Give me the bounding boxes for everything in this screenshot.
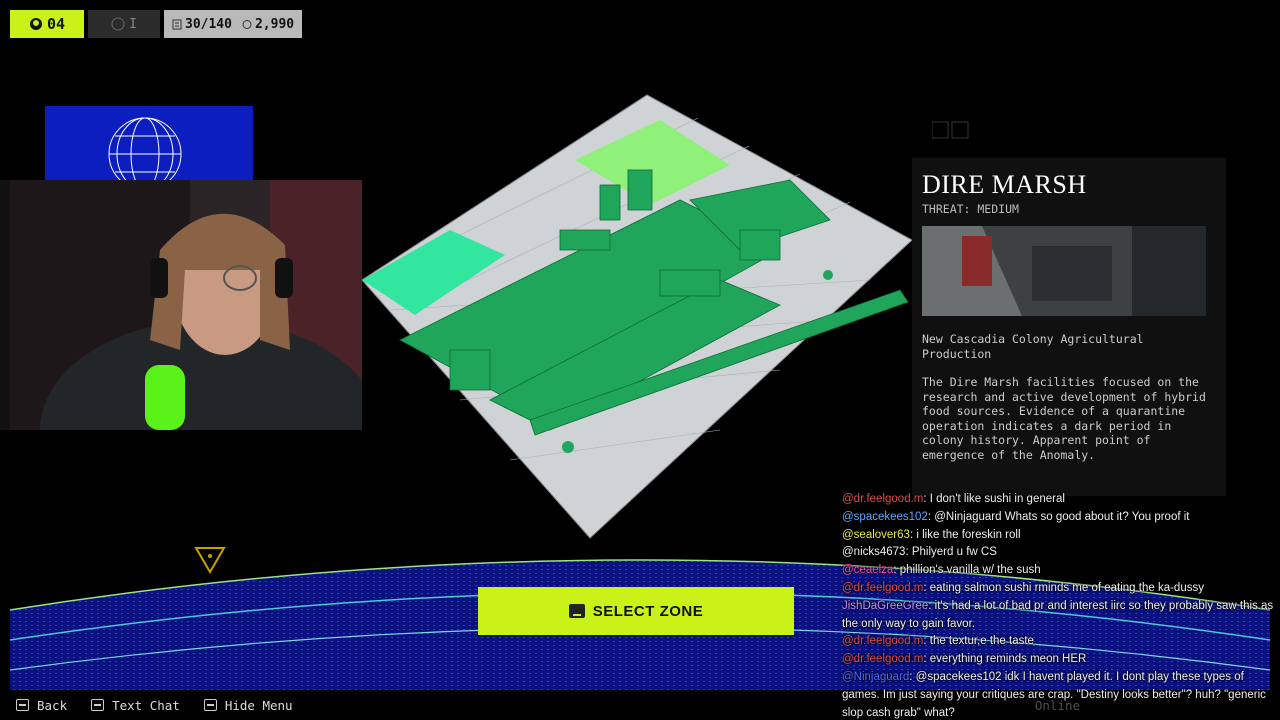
player-icon xyxy=(29,18,42,30)
zone-map[interactable] xyxy=(360,90,920,550)
credits-icon xyxy=(242,19,252,29)
chat-overlay: @dr.feelgood.m: I don't like sushi in ge… xyxy=(842,491,1280,720)
chat-message: @dr.feelgood.m: everything reminds meon … xyxy=(842,651,1280,669)
rank-icon xyxy=(111,17,125,31)
chat-text: : Philyerd u fw CS xyxy=(905,546,997,559)
chat-username[interactable]: @dr.feelgood.m xyxy=(842,653,923,665)
chat-username[interactable]: @Ninjaguard xyxy=(842,671,909,683)
top-hud: 04 I 30/140 2,990 xyxy=(10,10,303,38)
zone-info-panel: DIRE MARSH THREAT: MEDIUM New Cascadia C… xyxy=(912,158,1226,496)
resource-stats: 30/140 2,990 xyxy=(164,10,303,38)
chat-username[interactable]: @dr.feelgood.m xyxy=(842,582,923,594)
ghost-icon xyxy=(931,121,969,139)
chat-username[interactable]: @sealover63 xyxy=(842,529,910,541)
level-value: 04 xyxy=(46,15,66,33)
hide-menu-button[interactable]: Hide Menu xyxy=(203,697,293,713)
zone-preview-image xyxy=(922,226,1206,316)
level-badge: 04 xyxy=(10,10,84,38)
chat-text: : i like the foreskin roll xyxy=(909,528,1021,541)
chat-text: : @Ninjaguard Whats so good about it? Yo… xyxy=(927,510,1190,523)
credits-stat: 2,990 xyxy=(242,17,294,32)
select-zone-label: SELECT ZONE xyxy=(592,602,704,620)
chat-message: @dr.feelgood.m: the textur,e the taste xyxy=(842,633,1280,651)
streamer-webcam xyxy=(0,180,362,430)
zone-description: The Dire Marsh facilities focused on the… xyxy=(922,375,1206,462)
chat-username[interactable]: @nicks4673 xyxy=(842,546,905,558)
text-chat-label: Text Chat xyxy=(112,697,180,713)
chat-message: JishDaGreeGree: it's had a lot of bad pr… xyxy=(842,598,1280,634)
chat-text: : eating salmon sushi rminds me of eatin… xyxy=(923,581,1204,594)
chat-text: : I don't like sushi in general xyxy=(923,493,1065,505)
zone-preview-art xyxy=(922,226,1206,316)
chat-text: : the textur,e the taste xyxy=(923,635,1034,648)
inventory-stat: 30/140 xyxy=(172,17,232,32)
key-icon xyxy=(16,699,29,711)
chat-message: @sealover63: i like the foreskin roll xyxy=(842,527,1280,545)
credits-value: 2,990 xyxy=(254,16,295,32)
inventory-value: 30/140 xyxy=(185,16,232,32)
chat-username[interactable]: JishDaGreeGree xyxy=(842,600,928,612)
chat-username[interactable]: @dr.feelgood.m xyxy=(842,635,923,647)
globe-icon xyxy=(108,117,182,182)
chat-text: : phillion's vanilla w/ the sush xyxy=(893,564,1041,577)
zone-marker-icon[interactable] xyxy=(194,546,226,574)
globe-panel xyxy=(45,106,253,182)
streamer-figure xyxy=(10,180,362,430)
text-chat-button[interactable]: Text Chat xyxy=(91,698,180,713)
chat-username[interactable]: @dr.feelgood.m xyxy=(842,493,923,505)
inventory-icon xyxy=(172,19,182,29)
zone-title: DIRE MARSH xyxy=(922,170,1087,199)
hide-menu-label: Hide Menu xyxy=(224,697,293,713)
keyboard-key-icon xyxy=(568,604,585,618)
chat-message: @nicks4673: Philyerd u fw CS xyxy=(842,544,1280,562)
chat-text: : everything reminds meon HER xyxy=(923,653,1087,666)
online-label: Online xyxy=(1034,697,1080,713)
chat-username[interactable]: @spacekees102 xyxy=(842,511,928,523)
ghost-overlay xyxy=(931,120,1082,142)
chat-message: @spacekees102: @Ninjaguard Whats so good… xyxy=(842,509,1280,527)
chat-username[interactable]: @ceaelza xyxy=(842,564,893,576)
rank-badge: I xyxy=(88,10,160,38)
chat-message: @ceaelza: phillion's vanilla w/ the sush xyxy=(842,562,1280,580)
key-icon xyxy=(91,699,105,711)
zone-threat: THREAT: MEDIUM xyxy=(922,202,1019,216)
zone-subtitle: New Cascadia Colony Agricultural Product… xyxy=(922,332,1144,361)
key-icon xyxy=(203,699,217,711)
select-zone-button[interactable]: SELECT ZONE xyxy=(478,587,794,635)
bottom-bar: Back Text Chat Hide Menu Online xyxy=(0,690,1280,720)
chat-message: @dr.feelgood.m: I don't like sushi in ge… xyxy=(842,491,1280,509)
online-status: Online xyxy=(1035,698,1080,713)
rank-value: I xyxy=(129,16,137,32)
back-button[interactable]: Back xyxy=(16,698,67,713)
chat-message: @dr.feelgood.m: eating salmon sushi rmin… xyxy=(842,580,1280,598)
back-label: Back xyxy=(37,697,68,713)
